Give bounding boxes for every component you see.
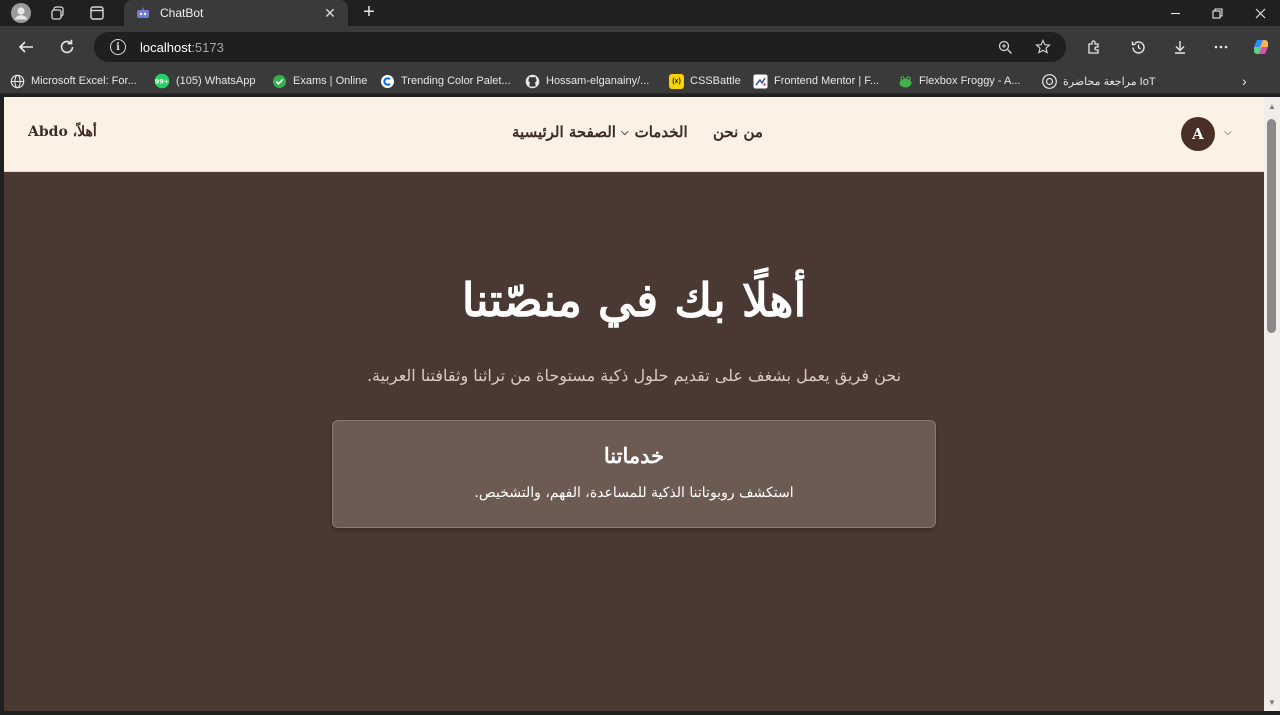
avatar[interactable]: A bbox=[1181, 117, 1215, 151]
tab-title: ChatBot bbox=[160, 6, 204, 20]
scroll-down-arrow-icon[interactable]: ▼ bbox=[1267, 698, 1277, 708]
cssbattle-icon: (x) bbox=[669, 73, 684, 89]
svg-text:99+: 99+ bbox=[155, 78, 170, 86]
nav-home-link[interactable]: الصفحة الرئيسية bbox=[512, 123, 616, 141]
whatsapp-icon: 99+ bbox=[154, 73, 170, 89]
github-icon bbox=[525, 74, 540, 88]
chatbot-favicon-icon bbox=[137, 7, 149, 18]
scroll-up-arrow-icon[interactable]: ▲ bbox=[1267, 102, 1277, 112]
user-greeting: أهلاً، Abdo bbox=[28, 124, 97, 140]
back-arrow-icon[interactable] bbox=[14, 35, 38, 59]
zoom-icon[interactable] bbox=[996, 38, 1014, 56]
chatgpt-icon bbox=[1042, 73, 1057, 89]
coolors-icon bbox=[381, 74, 394, 88]
history-icon[interactable] bbox=[1126, 35, 1150, 59]
page-scrollbar[interactable]: ▲ ▼ bbox=[1264, 97, 1280, 711]
browser-tab-strip: ChatBot ✕ + bbox=[0, 0, 1280, 26]
bookmark-item[interactable]: Microsoft Excel: For... bbox=[10, 72, 137, 90]
frontend-mentor-icon bbox=[753, 74, 768, 88]
extensions-icon[interactable] bbox=[1082, 35, 1106, 59]
frog-icon bbox=[899, 75, 912, 87]
url-text[interactable]: localhost:5173 bbox=[140, 40, 224, 55]
check-circle-icon bbox=[273, 74, 286, 88]
copilot-icon[interactable] bbox=[1249, 35, 1273, 59]
page-viewport: أهلاً، Abdo الصفحة الرئيسية الخدمات ⌵ من… bbox=[4, 97, 1264, 711]
bookmark-item[interactable]: Trending Color Palet... bbox=[380, 72, 511, 90]
hero-subtitle: نحن فريق يعمل بشغف على تقديم حلول ذكية م… bbox=[366, 366, 902, 385]
bookmark-item[interactable]: (x) CSSBattle bbox=[669, 72, 741, 90]
scrollbar-thumb[interactable] bbox=[1267, 119, 1276, 333]
globe-icon bbox=[10, 74, 25, 88]
close-tab-icon[interactable]: ✕ bbox=[322, 5, 338, 22]
card-description: استكشف روبوتاتنا الذكية للمساعدة، الفهم،… bbox=[474, 485, 794, 501]
services-card[interactable]: خدماتنا استكشف روبوتاتنا الذكية للمساعدة… bbox=[332, 420, 936, 528]
bookmark-item[interactable]: 99+ (105) WhatsApp bbox=[154, 72, 255, 90]
bookmarks-bar: Microsoft Excel: For... 99+ (105) WhatsA… bbox=[0, 68, 1280, 94]
nav-about-link[interactable]: من نحن bbox=[713, 123, 763, 141]
minimize-button[interactable] bbox=[1155, 0, 1195, 26]
workspaces-icon[interactable] bbox=[47, 2, 69, 24]
tab-actions-icon[interactable] bbox=[86, 2, 108, 24]
site-info-icon[interactable]: i bbox=[110, 39, 126, 55]
address-bar[interactable]: i localhost:5173 bbox=[94, 32, 1066, 62]
site-header: أهلاً، Abdo الصفحة الرئيسية الخدمات ⌵ من… bbox=[4, 97, 1264, 172]
new-tab-button[interactable]: + bbox=[358, 1, 380, 23]
card-title: خدماتنا bbox=[603, 443, 665, 468]
bookmark-item[interactable]: Frontend Mentor | F... bbox=[753, 72, 879, 90]
bookmarks-overflow-chevron-icon[interactable]: › bbox=[1242, 72, 1247, 90]
downloads-icon[interactable] bbox=[1168, 35, 1192, 59]
bookmark-item[interactable]: مراجعة محاضرة IoT bbox=[1042, 72, 1156, 90]
nav-services-dropdown[interactable]: الخدمات ⌵ bbox=[621, 123, 688, 141]
close-window-button[interactable] bbox=[1240, 0, 1280, 26]
browser-toolbar: i localhost:5173 bbox=[0, 26, 1280, 68]
favorite-star-icon[interactable] bbox=[1034, 38, 1052, 56]
refresh-icon[interactable] bbox=[55, 35, 79, 59]
bookmark-item[interactable]: Hossam-elganainy/... bbox=[525, 72, 649, 90]
more-options-icon[interactable] bbox=[1209, 35, 1233, 59]
bookmark-item[interactable]: Exams | Online bbox=[272, 72, 367, 90]
chevron-down-icon[interactable]: ⌵ bbox=[1224, 127, 1232, 138]
bookmark-item[interactable]: Flexbox Froggy - A... bbox=[898, 72, 1020, 90]
profile-icon[interactable] bbox=[10, 2, 32, 24]
restore-button[interactable] bbox=[1197, 0, 1237, 26]
active-tab[interactable]: ChatBot ✕ bbox=[124, 0, 348, 26]
chevron-down-icon: ⌵ bbox=[621, 126, 629, 138]
hero-title: أهلًا بك في منصّتنا bbox=[461, 273, 807, 327]
